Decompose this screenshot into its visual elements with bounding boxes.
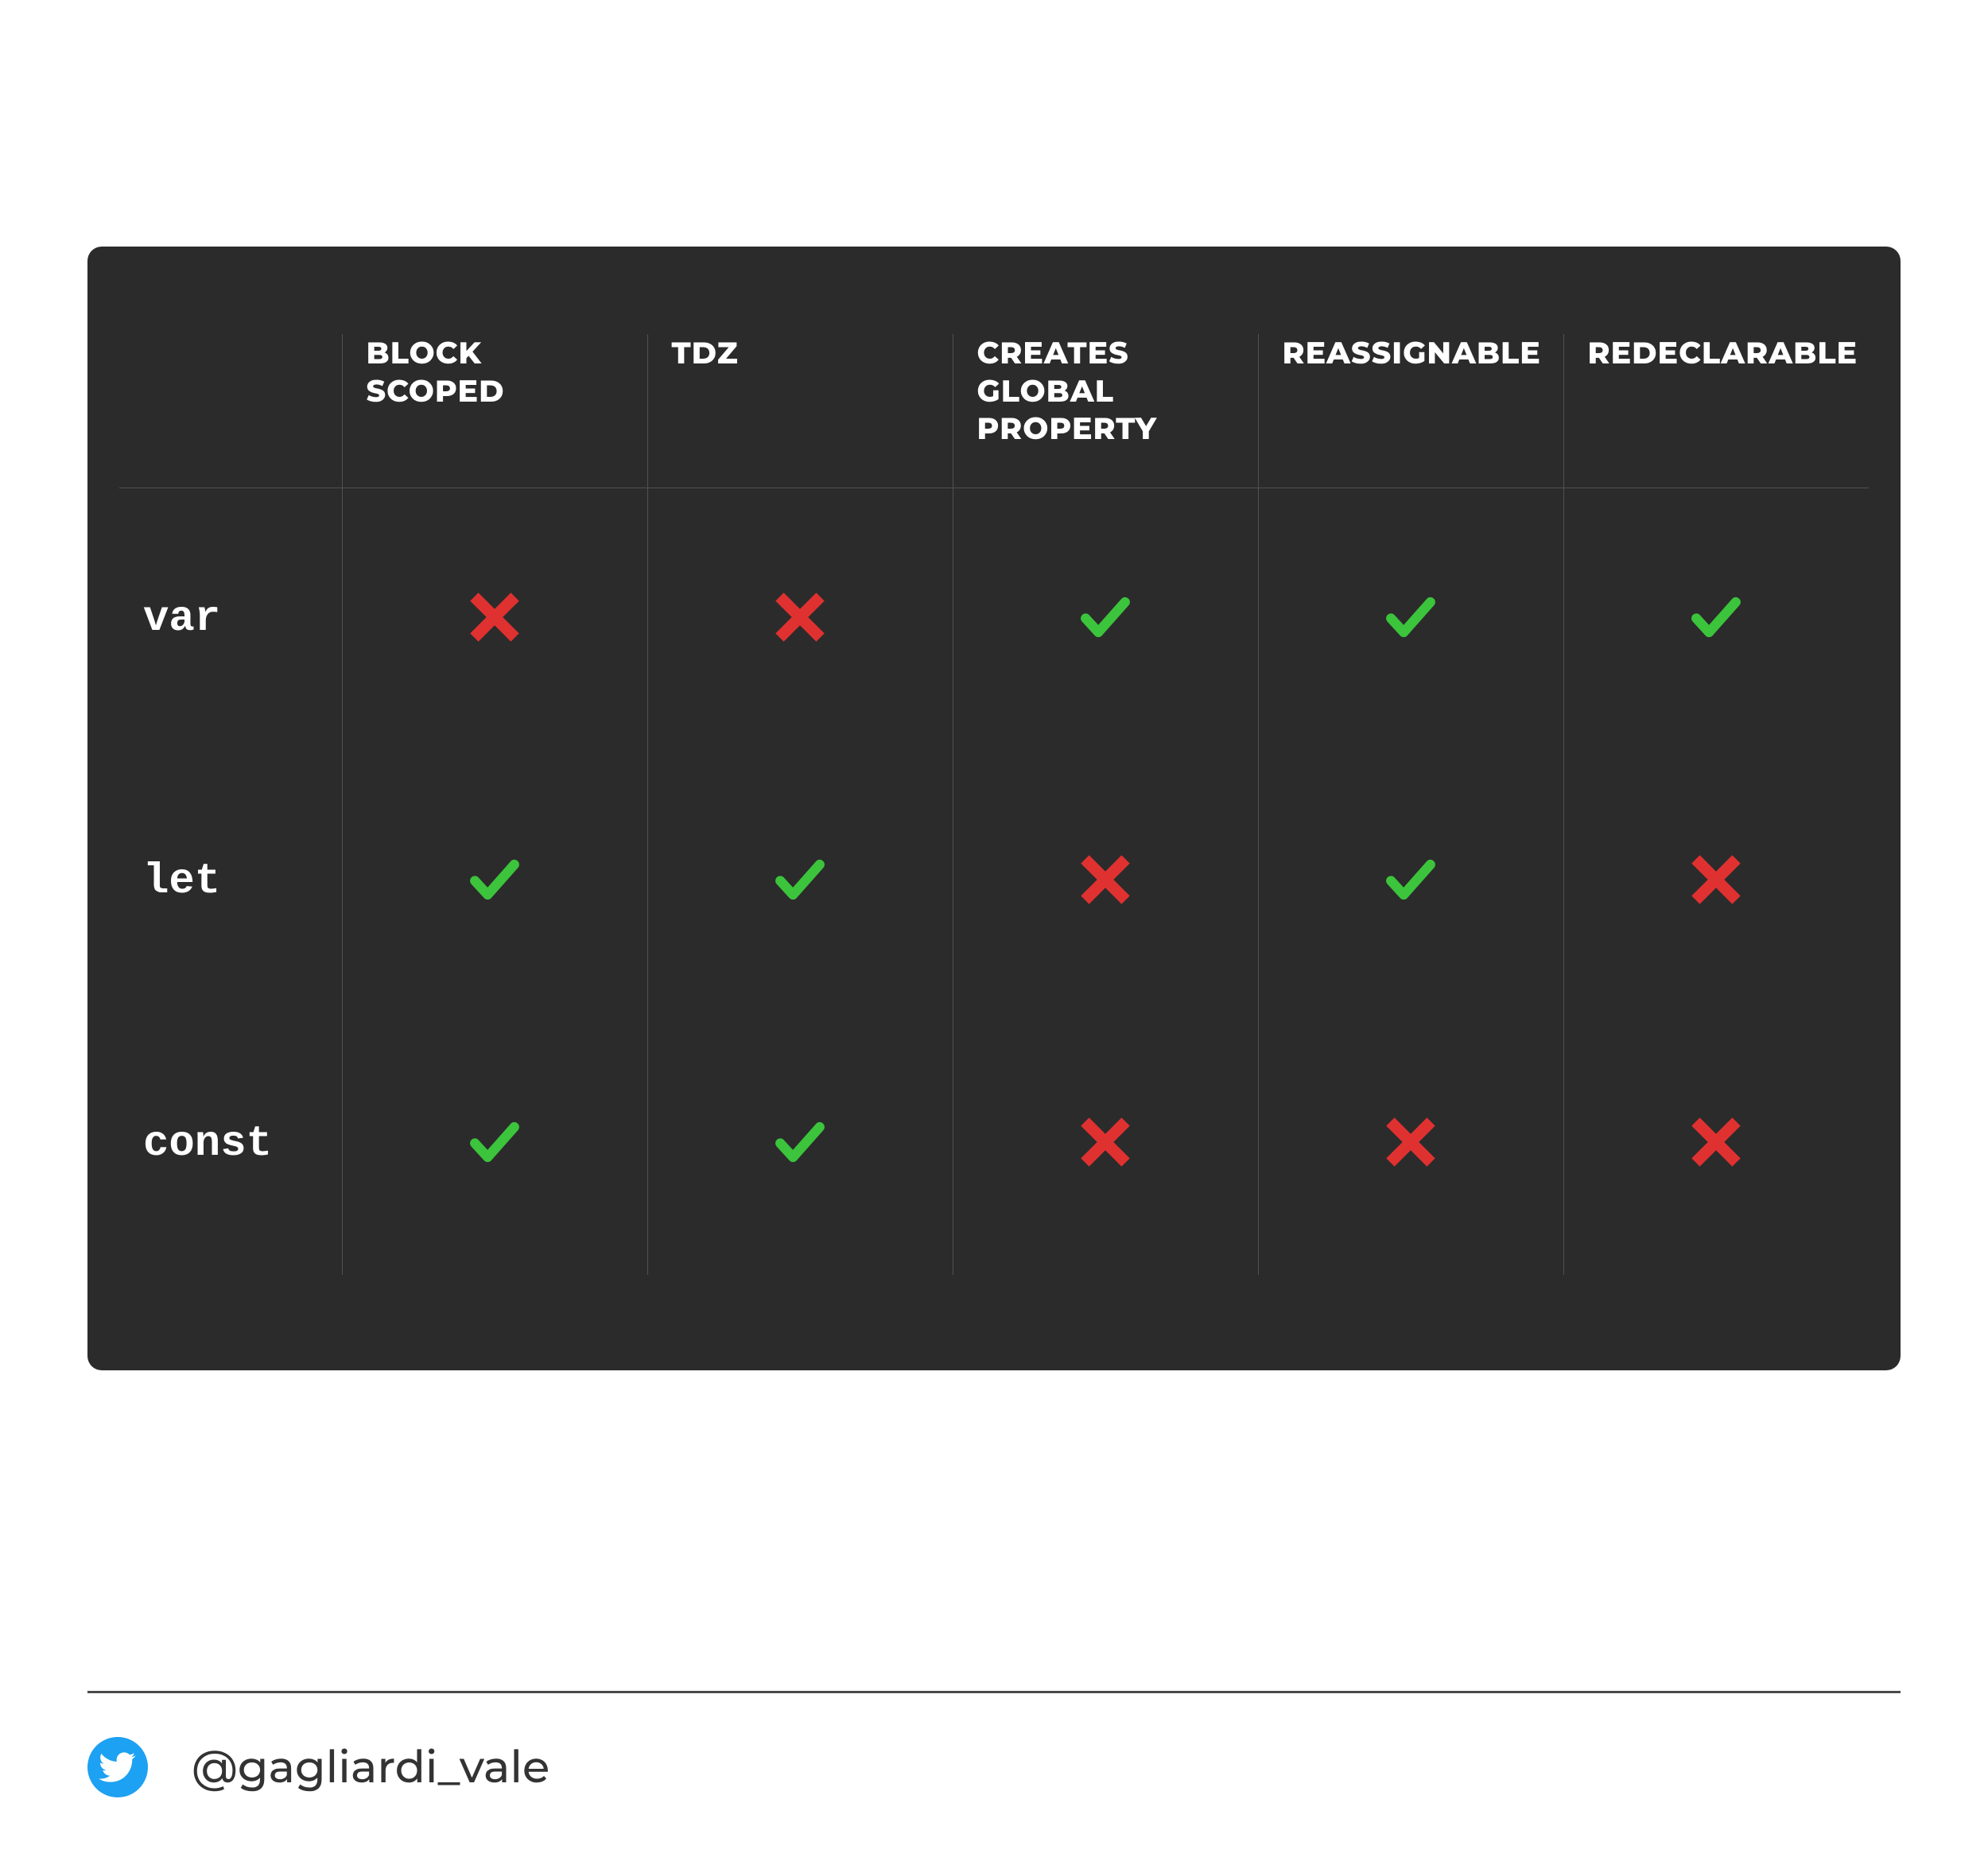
table-header-empty (119, 334, 342, 488)
table-row: var (119, 488, 1869, 750)
table-cell (1563, 1012, 1869, 1275)
table-cell (1563, 488, 1869, 750)
comparison-card: BLOCK SCOPED TDZ CREATES GLOBAL PROPERTY… (87, 247, 1901, 1370)
check-icon (1688, 589, 1744, 645)
table-header: REDECLARABLE (1563, 334, 1869, 488)
table-cell (647, 1012, 953, 1275)
row-label: let (119, 750, 342, 1012)
footer: @gagliardi_vale (87, 1737, 1901, 1797)
check-icon (772, 1114, 828, 1170)
comparison-table: BLOCK SCOPED TDZ CREATES GLOBAL PROPERTY… (119, 334, 1869, 1275)
table-header: REASSIGNABLE (1258, 334, 1563, 488)
row-label: var (119, 488, 342, 750)
cross-icon (1383, 1114, 1439, 1170)
table-cell (1258, 1012, 1563, 1275)
check-icon (1383, 852, 1439, 907)
table-cell (953, 488, 1258, 750)
table-cell (647, 488, 953, 750)
table-header: TDZ (647, 334, 953, 488)
table-cell (1563, 750, 1869, 1012)
check-icon (467, 852, 522, 907)
check-icon (1383, 589, 1439, 645)
table-row: let (119, 750, 1869, 1012)
page: BLOCK SCOPED TDZ CREATES GLOBAL PROPERTY… (0, 0, 1988, 1869)
cross-icon (467, 589, 522, 645)
check-icon (467, 1114, 522, 1170)
table-cell (953, 1012, 1258, 1275)
cross-icon (1077, 1114, 1133, 1170)
table-cell (342, 488, 647, 750)
cross-icon (1688, 1114, 1744, 1170)
table-cell (953, 750, 1258, 1012)
table-header: BLOCK SCOPED (342, 334, 647, 488)
table-row: const (119, 1012, 1869, 1275)
footer-divider (87, 1691, 1901, 1693)
table-cell (647, 750, 953, 1012)
table-body: varletconst (119, 488, 1869, 1275)
table-cell (342, 750, 647, 1012)
check-icon (1077, 589, 1133, 645)
twitter-handle: @gagliardi_vale (192, 1740, 549, 1794)
table-cell (1258, 750, 1563, 1012)
table-header-row: BLOCK SCOPED TDZ CREATES GLOBAL PROPERTY… (119, 334, 1869, 488)
row-label: const (119, 1012, 342, 1275)
cross-icon (1077, 852, 1133, 907)
twitter-icon (87, 1737, 148, 1797)
table-cell (1258, 488, 1563, 750)
table-header: CREATES GLOBAL PROPERTY (953, 334, 1258, 488)
cross-icon (1688, 852, 1744, 907)
check-icon (772, 852, 828, 907)
cross-icon (772, 589, 828, 645)
table-cell (342, 1012, 647, 1275)
